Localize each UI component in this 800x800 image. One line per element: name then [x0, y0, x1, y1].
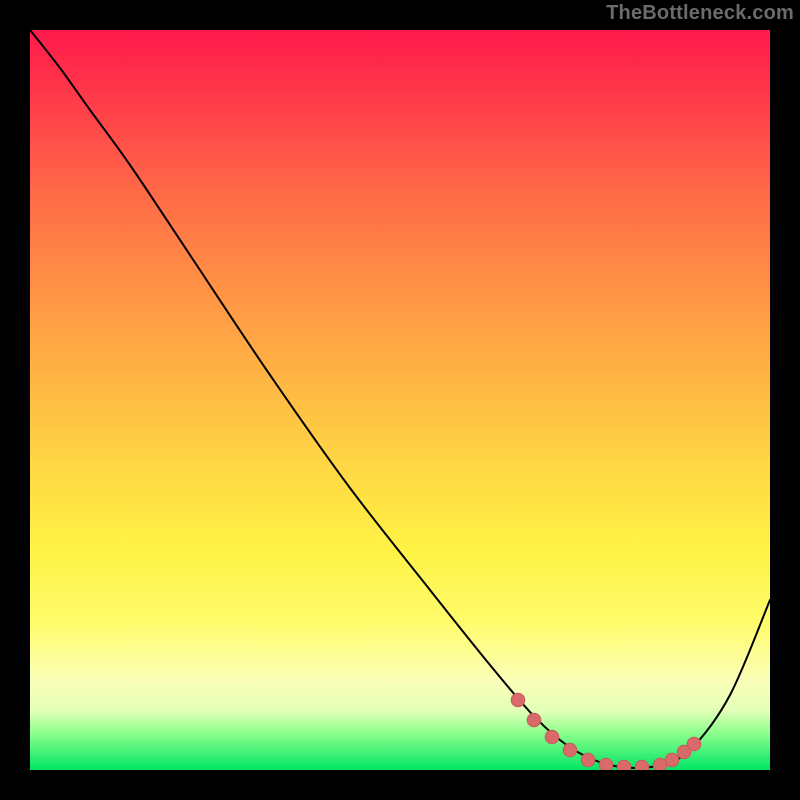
highlight-dot [635, 760, 649, 770]
watermark-text: TheBottleneck.com [606, 2, 794, 25]
highlight-dot [527, 713, 541, 727]
highlight-dot [687, 737, 701, 751]
chart-svg [30, 30, 770, 770]
highlight-dot [511, 693, 525, 707]
highlight-dot [581, 753, 595, 767]
plot-area [30, 30, 770, 770]
highlight-dot [665, 753, 679, 767]
highlight-dot [563, 743, 577, 757]
chart-frame: TheBottleneck.com [0, 0, 800, 800]
highlight-dots-group [511, 693, 701, 770]
bottleneck-curve [30, 30, 770, 768]
highlight-dot [545, 730, 559, 744]
highlight-dot [617, 760, 631, 770]
highlight-dot [599, 758, 613, 770]
